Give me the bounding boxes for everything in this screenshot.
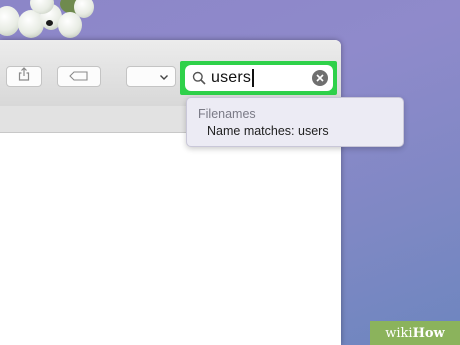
action-dropdown-button[interactable] [126,66,176,87]
search-icon [192,71,206,85]
search-input[interactable]: users [211,68,254,87]
search-field[interactable]: users [185,65,333,91]
suggestion-name-matches[interactable]: Name matches: users [207,124,329,138]
search-suggestions-dropdown: Filenames Name matches: users [186,97,404,147]
suggestion-group-header: Filenames [198,107,256,121]
text-cursor [252,68,254,87]
wikihow-watermark: wiki How [370,321,460,345]
share-button[interactable] [6,66,42,87]
chevron-down-icon [159,68,169,86]
tags-button[interactable] [57,66,101,87]
clear-search-button[interactable] [312,70,328,86]
close-icon [316,74,324,82]
share-icon [18,67,30,86]
file-list-area [0,133,341,345]
flower-wallpaper-image [0,0,95,42]
tag-icon [69,68,89,86]
